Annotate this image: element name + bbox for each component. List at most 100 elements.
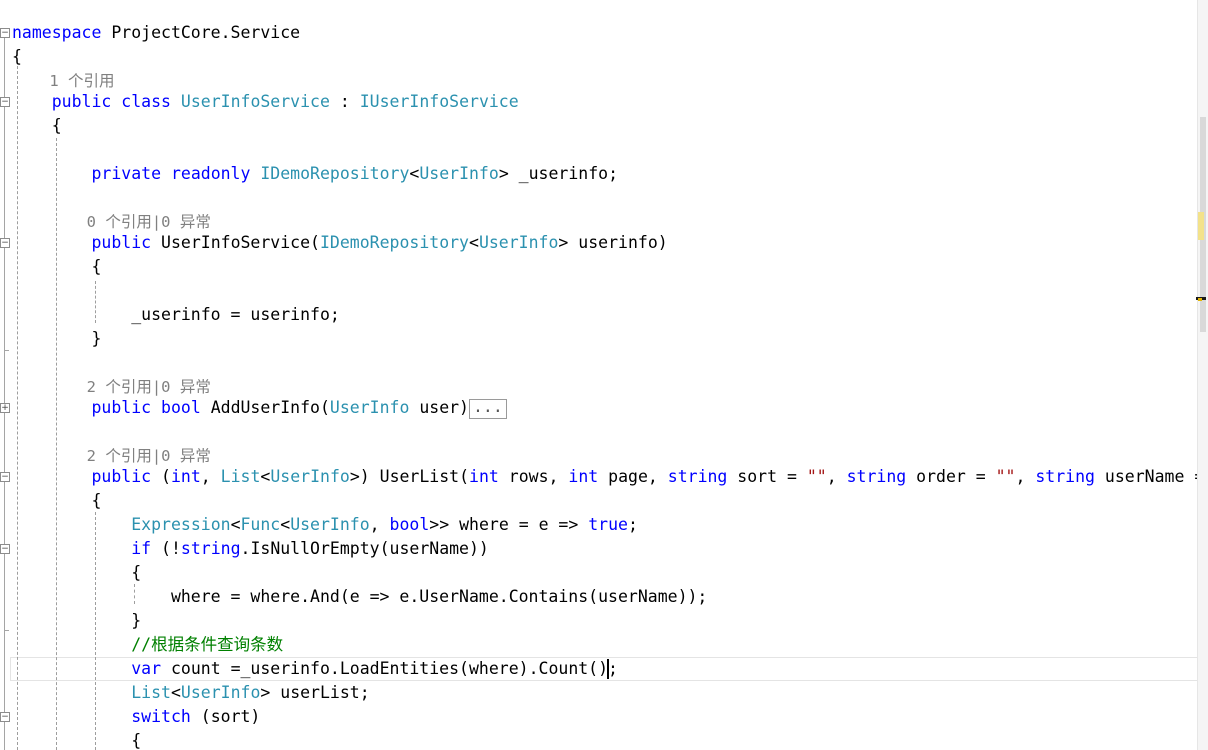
code-token: ,: [200, 467, 221, 486]
code-token: {: [12, 116, 62, 135]
keyword-token: public bool: [91, 398, 201, 417]
code-token: .IsNullOrEmpty(userName)): [240, 539, 489, 558]
keyword-token: public: [91, 467, 152, 486]
code-token: <: [230, 515, 241, 534]
keyword-token: public class: [51, 92, 171, 111]
code-token: order =: [906, 467, 996, 486]
code-token: {: [12, 731, 142, 750]
code-line[interactable]: var count =_userinfo.LoadEntities(where)…: [12, 657, 618, 681]
code-line[interactable]: //根据条件查询条数: [12, 633, 283, 657]
code-token: ;: [628, 515, 638, 534]
vertical-scrollbar[interactable]: [1196, 0, 1208, 750]
type-token: Func: [240, 515, 281, 534]
code-token: user): [409, 398, 469, 417]
type-token: IUserInfoService: [359, 92, 519, 111]
code-line[interactable]: }: [12, 609, 141, 633]
code-token: }: [12, 611, 142, 630]
keyword-token: private readonly: [91, 164, 251, 183]
type-token: List: [131, 683, 171, 702]
code-line[interactable]: List<UserInfo> userList;: [12, 681, 370, 705]
fold-toggle-switch[interactable]: −: [0, 712, 10, 722]
codelens-reference-count[interactable]: 2 个引用|0 异常: [12, 378, 211, 396]
code-line[interactable]: public class UserInfoService : IUserInfo…: [12, 90, 519, 114]
keyword-token: var: [131, 659, 162, 678]
code-token: page,: [598, 467, 668, 486]
code-token: > userinfo): [558, 233, 668, 252]
code-line[interactable]: public bool AddUserInfo(UserInfo user)..…: [12, 396, 507, 420]
code-token: sort =: [727, 467, 807, 486]
code-token: > userList;: [260, 683, 370, 702]
codelens-reference-count[interactable]: 0 个引用|0 异常: [12, 213, 211, 231]
code-token: (!: [151, 539, 181, 558]
keyword-token: switch: [131, 707, 191, 726]
code-token: :: [329, 92, 360, 111]
codelens-reference-count[interactable]: 1 个引用: [12, 72, 114, 90]
fold-toggle-adduserinfo[interactable]: +: [0, 403, 10, 413]
codelens-reference-count[interactable]: 2 个引用|0 异常: [12, 447, 211, 465]
type-token: UserInfo: [180, 683, 261, 702]
code-token: <: [170, 683, 181, 702]
code-line[interactable]: switch (sort): [12, 705, 260, 729]
code-token: <: [409, 164, 420, 183]
string-token: "": [995, 467, 1016, 486]
fold-toggle-namespace[interactable]: −: [0, 28, 10, 38]
code-token: ProjectCore.Service: [101, 23, 301, 42]
code-token: userName =: [1104, 467, 1198, 486]
keyword-token: string: [1035, 467, 1095, 486]
type-token: Expression: [131, 515, 231, 534]
code-token: count =_userinfo.LoadEntities(where).Cou…: [161, 659, 618, 678]
code-token: <: [469, 233, 479, 252]
code-line[interactable]: where = where.And(e => e.UserName.Contai…: [12, 585, 707, 609]
code-line[interactable]: public (int, List<UserInfo>) UserList(in…: [12, 465, 1198, 489]
indent-guide-constructor: [95, 281, 96, 323]
type-token: UserInfo: [329, 398, 410, 417]
keyword-token: string: [667, 467, 728, 486]
code-line[interactable]: {: [12, 729, 141, 750]
code-line[interactable]: Expression<Func<UserInfo, bool>> where =…: [12, 513, 638, 537]
code-line[interactable]: {: [12, 114, 62, 138]
outline-end-tick: [4, 350, 9, 351]
code-line[interactable]: private readonly IDemoRepository<UserInf…: [12, 162, 618, 186]
fold-toggle-constructor[interactable]: −: [0, 238, 10, 248]
code-line[interactable]: {: [12, 561, 141, 585]
fold-toggle-userlist[interactable]: −: [0, 472, 10, 482]
indent-guide-class: [56, 138, 57, 750]
code-token: > _userinfo;: [498, 164, 619, 183]
code-line[interactable]: namespace ProjectCore.Service: [12, 21, 300, 45]
keyword-token: string: [846, 467, 907, 486]
keyword-token: int: [469, 467, 499, 486]
code-token: <: [260, 467, 271, 486]
outline-line: [4, 38, 5, 750]
code-editor[interactable]: namespace ProjectCore.Service { 1 个引用 pub…: [0, 0, 1198, 750]
keyword-token: string: [180, 539, 241, 558]
code-line[interactable]: if (!string.IsNullOrEmpty(userName)): [12, 537, 489, 561]
code-token: where = where.And(e => e.UserName.Contai…: [12, 587, 708, 606]
code-token: {: [12, 563, 142, 582]
keyword-token: int: [568, 467, 599, 486]
scrollbar-change-marker: [1198, 212, 1204, 240]
collapsed-region-indicator[interactable]: ...: [469, 398, 507, 419]
code-line[interactable]: _userinfo = userinfo;: [12, 303, 340, 327]
fold-toggle-class[interactable]: −: [0, 97, 10, 107]
indent-guide-method: [95, 512, 96, 750]
code-token: _userinfo = userinfo;: [12, 305, 340, 324]
indent-guide-namespace: [17, 66, 18, 750]
type-token: UserInfoService: [180, 92, 330, 111]
fold-toggle-if[interactable]: −: [0, 544, 10, 554]
type-token: UserInfo: [290, 515, 370, 534]
type-token: IDemoRepository: [260, 164, 410, 183]
scrollbar-warning-marker: [1198, 298, 1202, 301]
code-token: rows,: [498, 467, 569, 486]
code-line[interactable]: public UserInfoService(IDemoRepository<U…: [12, 231, 668, 255]
keyword-token: namespace: [12, 23, 102, 42]
outline-end-tick: [4, 630, 9, 631]
code-token: ,: [369, 515, 390, 534]
code-token: <: [280, 515, 291, 534]
